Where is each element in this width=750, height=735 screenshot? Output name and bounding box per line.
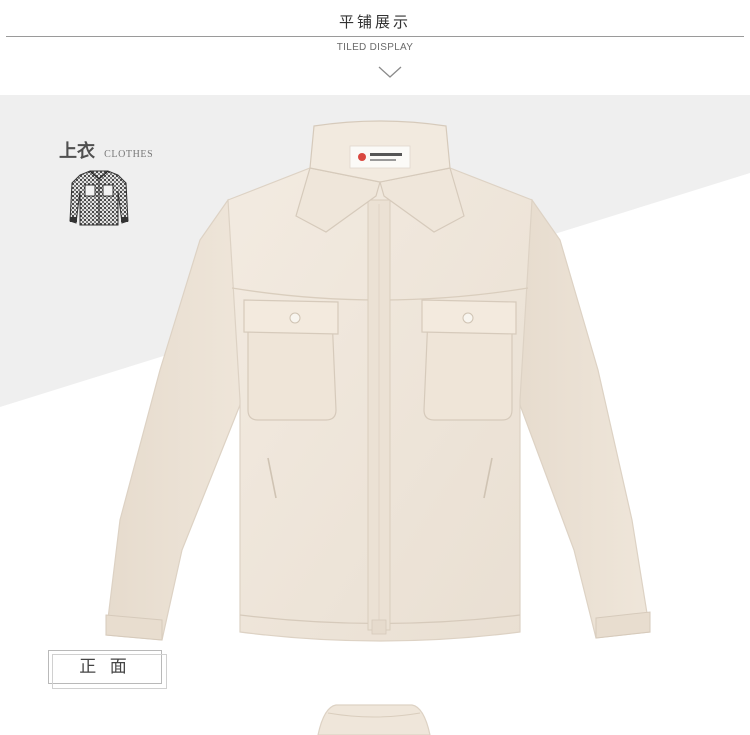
view-label: 正 面 (48, 650, 167, 689)
product-display-panel: 上衣 CLOTHES 正 面 (0, 95, 750, 735)
section-subtitle: TILED DISPLAY (336, 42, 414, 53)
jacket-front-image (105, 120, 651, 642)
section-title: 平铺展示 (338, 13, 411, 31)
next-product-preview (317, 704, 431, 735)
section-divider (6, 36, 744, 37)
category-title: 上衣 (59, 141, 95, 162)
section-header: 平铺展示 TILED DISPLAY (0, 0, 750, 95)
view-label-text: 正 面 (79, 657, 131, 677)
chevron-down-icon (378, 66, 402, 78)
